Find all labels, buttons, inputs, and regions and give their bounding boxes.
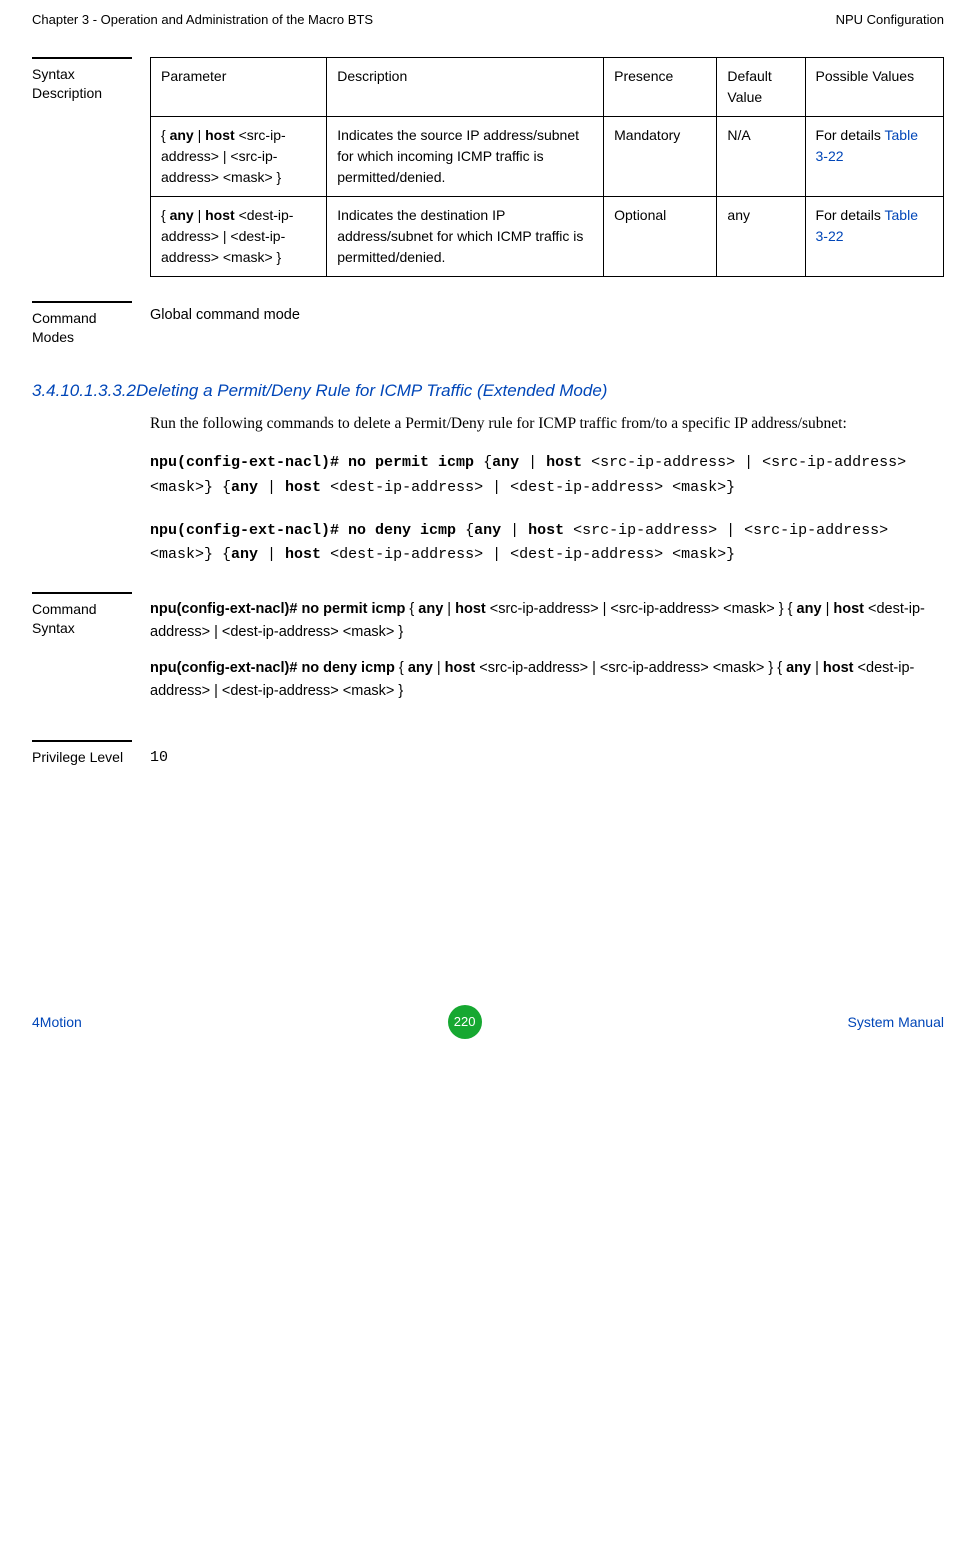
cell-default: N/A: [717, 117, 805, 197]
footer-page-number: 220: [448, 1005, 482, 1039]
privilege-level-value: 10: [150, 740, 944, 771]
page-footer: 4Motion 220 System Manual: [0, 1005, 976, 1039]
page-header: Chapter 3 - Operation and Administration…: [32, 12, 944, 33]
th-default: Default Value: [717, 58, 805, 117]
th-presence: Presence: [604, 58, 717, 117]
th-possible: Possible Values: [805, 58, 943, 117]
cell-description: Indicates the source IP address/subnet f…: [327, 117, 604, 197]
cell-parameter: { any | host <src-ip-address> | <src-ip-…: [151, 117, 327, 197]
cell-possible: For details Table 3-22: [805, 197, 943, 277]
table-row: { any | host <src-ip-address> | <src-ip-…: [151, 117, 944, 197]
command-syntax-deny: npu(config-ext-nacl)# no deny icmp { any…: [150, 657, 944, 702]
cell-parameter: { any | host <dest-ip-address> | <dest-i…: [151, 197, 327, 277]
table-header-row: Parameter Description Presence Default V…: [151, 58, 944, 117]
header-left: Chapter 3 - Operation and Administration…: [32, 12, 373, 27]
command-syntax-permit: npu(config-ext-nacl)# no permit icmp { a…: [150, 598, 944, 643]
cell-possible: For details Table 3-22: [805, 117, 943, 197]
privilege-level-label: Privilege Level: [32, 740, 132, 771]
cell-description: Indicates the destination IP address/sub…: [327, 197, 604, 277]
command-syntax-label: Command Syntax: [32, 592, 132, 716]
subsection-number: 3.4.10.1.3.3.2: [32, 381, 136, 400]
command-modes-label: Command Modes: [32, 301, 132, 347]
command-example-permit: npu(config-ext-nacl)# no permit icmp {an…: [150, 451, 944, 501]
subsection-heading: 3.4.10.1.3.3.2Deleting a Permit/Deny Rul…: [32, 381, 944, 401]
footer-right: System Manual: [848, 1014, 944, 1030]
th-description: Description: [327, 58, 604, 117]
command-example-deny: npu(config-ext-nacl)# no deny icmp {any …: [150, 519, 944, 569]
cell-presence: Mandatory: [604, 117, 717, 197]
subsection-title: Deleting a Permit/Deny Rule for ICMP Tra…: [136, 381, 607, 400]
subsection-intro: Run the following commands to delete a P…: [150, 411, 944, 437]
cell-default: any: [717, 197, 805, 277]
command-modes-value: Global command mode: [150, 301, 944, 347]
table-row: { any | host <dest-ip-address> | <dest-i…: [151, 197, 944, 277]
header-right: NPU Configuration: [836, 12, 944, 27]
syntax-description-label: Syntax Description: [32, 57, 132, 277]
cell-presence: Optional: [604, 197, 717, 277]
footer-left: 4Motion: [32, 1014, 82, 1030]
th-parameter: Parameter: [151, 58, 327, 117]
syntax-description-table: Parameter Description Presence Default V…: [150, 57, 944, 277]
